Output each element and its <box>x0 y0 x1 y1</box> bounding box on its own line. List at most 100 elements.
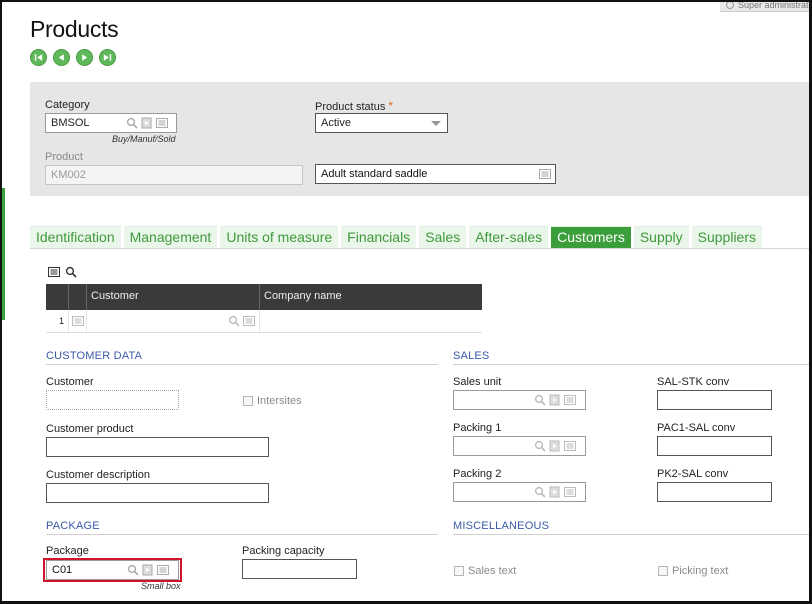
product-status-select[interactable]: Active <box>315 113 448 133</box>
category-label: Category <box>45 99 90 111</box>
package-sublabel: Small box <box>141 581 181 591</box>
customer-description-field[interactable] <box>46 483 269 503</box>
table-row[interactable]: 1 <box>46 310 482 333</box>
package-highlight-box <box>43 558 182 582</box>
tab-financials[interactable]: Financials <box>341 226 417 249</box>
product-field: KM002 <box>45 165 303 185</box>
product-status-label: Product status * <box>315 99 393 113</box>
packing1-label: Packing 1 <box>453 422 502 434</box>
goto-icon[interactable] <box>549 486 561 498</box>
picking-text-checkbox[interactable]: Picking text <box>658 565 728 577</box>
pac1-sal-conv-label: PAC1-SAL conv <box>657 422 736 434</box>
pk2-sal-conv-label: PK2-SAL conv <box>657 468 729 480</box>
sales-unit-icons <box>534 394 576 406</box>
row-customer-cell[interactable] <box>87 310 260 332</box>
customer-label: Customer <box>46 376 94 388</box>
first-record-button[interactable] <box>30 49 47 66</box>
grid-header: Customer Company name <box>46 284 482 310</box>
search-icon[interactable] <box>228 315 240 327</box>
package-label: Package <box>46 545 89 557</box>
page-title: Products <box>30 16 119 42</box>
required-mark: * <box>388 99 393 113</box>
detail-icon[interactable] <box>564 440 576 452</box>
tab-units-of-measure[interactable]: Units of measure <box>220 226 339 249</box>
pk2-sal-conv-field[interactable] <box>657 482 772 502</box>
packing-capacity-field[interactable] <box>242 559 357 579</box>
row-company-cell[interactable] <box>260 310 482 332</box>
header-panel: Category BMSOL Buy/Manuf/Sold Product st… <box>30 82 809 196</box>
tab-sales[interactable]: Sales <box>419 226 467 249</box>
tab-underline <box>30 248 809 249</box>
goto-icon[interactable] <box>549 440 561 452</box>
previous-record-icon <box>58 54 64 61</box>
sales-unit-label: Sales unit <box>453 376 502 388</box>
pac1-sal-conv-field[interactable] <box>657 436 772 456</box>
first-record-icon <box>34 54 43 61</box>
chevron-down-icon <box>431 121 441 126</box>
tab-identification[interactable]: Identification <box>30 226 121 249</box>
search-icon[interactable] <box>534 394 546 406</box>
category-sublabel: Buy/Manuf/Sold <box>112 134 176 144</box>
description-detail-icon[interactable] <box>539 168 551 180</box>
detail-icon[interactable] <box>243 315 255 327</box>
tab-after-sales[interactable]: After-sales <box>469 226 549 249</box>
search-icon[interactable] <box>534 486 546 498</box>
grid-detail-icon[interactable] <box>48 266 60 278</box>
grid-header-company: Company name <box>264 290 342 302</box>
last-record-button[interactable] <box>99 49 116 66</box>
packing1-icons <box>534 440 576 452</box>
intersites-checkbox[interactable]: Intersites <box>243 395 302 407</box>
window-frame: Super administrator Products Category BM… <box>0 0 812 604</box>
left-accent-bar <box>2 188 5 320</box>
section-customer-data: CUSTOMER DATA <box>46 350 438 365</box>
grid-toolbar <box>48 266 77 278</box>
grid-header-num <box>46 284 69 310</box>
product-description-field[interactable]: Adult standard saddle <box>315 164 556 184</box>
customer-product-label: Customer product <box>46 423 134 435</box>
tab-supply[interactable]: Supply <box>633 226 689 249</box>
row-select[interactable] <box>69 310 87 332</box>
search-icon[interactable] <box>126 117 138 129</box>
next-record-icon <box>82 54 88 61</box>
category-field-icons <box>126 117 168 129</box>
user-menu[interactable]: Super administrator <box>720 2 809 12</box>
next-record-button[interactable] <box>76 49 93 66</box>
goto-icon[interactable] <box>549 394 561 406</box>
packing2-label: Packing 2 <box>453 468 502 480</box>
detail-icon[interactable] <box>156 117 168 129</box>
row-detail-icon[interactable] <box>72 315 84 327</box>
previous-record-button[interactable] <box>53 49 70 66</box>
search-icon[interactable] <box>534 440 546 452</box>
goto-icon[interactable] <box>141 117 153 129</box>
customers-grid: Customer Company name 1 <box>46 284 482 333</box>
detail-icon[interactable] <box>564 394 576 406</box>
tab-customers[interactable]: Customers <box>551 226 631 249</box>
row-customer-icons <box>228 315 255 327</box>
intersites-checkbox-box[interactable] <box>243 396 253 406</box>
customer-product-field[interactable] <box>46 437 269 457</box>
sales-text-checkbox[interactable]: Sales text <box>454 565 516 577</box>
detail-icon[interactable] <box>564 486 576 498</box>
user-icon <box>726 2 734 9</box>
grid-header-sel <box>69 284 87 310</box>
section-sales: SALES <box>453 350 809 365</box>
tab-suppliers[interactable]: Suppliers <box>691 226 763 249</box>
sal-stk-conv-field[interactable] <box>657 390 772 410</box>
customer-field[interactable] <box>46 390 179 410</box>
packing-capacity-label: Packing capacity <box>242 545 325 557</box>
grid-search-icon[interactable] <box>65 266 77 278</box>
sales-text-checkbox-box[interactable] <box>454 566 464 576</box>
record-navigation <box>30 49 116 66</box>
tab-management[interactable]: Management <box>123 226 218 249</box>
row-number: 1 <box>46 310 69 332</box>
picking-text-checkbox-box[interactable] <box>658 566 668 576</box>
section-miscellaneous: MISCELLANEOUS <box>453 520 809 535</box>
last-record-icon <box>103 54 112 61</box>
product-label: Product <box>45 151 83 163</box>
packing2-icons <box>534 486 576 498</box>
tab-bar: Identification Management Units of measu… <box>30 226 763 249</box>
grid-header-customer: Customer <box>87 284 260 310</box>
sal-stk-conv-label: SAL-STK conv <box>657 376 730 388</box>
customer-description-label: Customer description <box>46 469 150 481</box>
section-package: PACKAGE <box>46 520 438 535</box>
